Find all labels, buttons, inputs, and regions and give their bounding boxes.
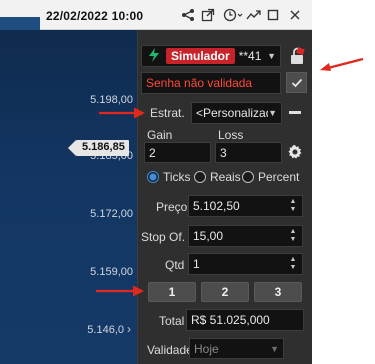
- maximize-icon[interactable]: [265, 7, 281, 23]
- validity-value: Hoje: [194, 341, 219, 356]
- clock-icon[interactable]: [222, 7, 244, 23]
- loss-input[interactable]: 3: [215, 142, 282, 163]
- annotation-arrow: [99, 107, 145, 119]
- password-field[interactable]: Senha não validada: [141, 72, 281, 94]
- chevron-down-icon: ▼: [267, 51, 276, 61]
- chart-edge: [0, 17, 40, 30]
- price-axis-label: 5.172,00: [90, 208, 133, 220]
- quick-qty-button-2[interactable]: 2: [201, 282, 249, 302]
- unlock-icon[interactable]: [286, 45, 308, 67]
- radio-icon: [194, 171, 206, 183]
- strategy-select[interactable]: <Personalizada ▼: [191, 102, 282, 124]
- validity-select[interactable]: Hoje ▼: [189, 338, 284, 359]
- radio-label: Reais: [210, 170, 241, 184]
- popout-icon[interactable]: [200, 7, 216, 23]
- radio-ticks[interactable]: Ticks: [147, 170, 191, 184]
- radio-icon: [242, 171, 254, 183]
- quantity-input[interactable]: 1 ▲ ▼: [188, 253, 303, 275]
- mode-badge: Simulador: [166, 48, 235, 64]
- chevron-down-icon: ▼: [270, 343, 279, 354]
- stop-offset-label: Stop Of.: [141, 230, 186, 244]
- price-value: 5.102,50: [193, 199, 240, 213]
- spinner-icon[interactable]: ▲ ▼: [288, 256, 298, 272]
- gain-input[interactable]: 2: [144, 142, 211, 163]
- current-price-tag: 5.186,85: [68, 140, 129, 156]
- stop-offset-value: 15,00: [193, 229, 224, 243]
- quick-qty-button-1[interactable]: 1: [148, 282, 196, 302]
- annotation-arrow: [320, 57, 364, 71]
- price-axis-label: 5.146,0: [87, 324, 124, 336]
- chart-line-icon[interactable]: [246, 7, 262, 23]
- price-axis-label: 5.159,00: [90, 266, 133, 278]
- total-value: R$ 51.025,000: [186, 309, 304, 331]
- gear-icon[interactable]: [287, 144, 303, 160]
- chevron-down-icon: ▼: [268, 108, 277, 118]
- radio-label: Percent: [258, 170, 300, 184]
- price-chart[interactable]: [0, 30, 137, 364]
- radio-selected-icon: [147, 171, 159, 183]
- account-number: **41: [238, 49, 262, 63]
- price-axis-label: 5.198,00: [90, 94, 133, 106]
- close-icon[interactable]: [287, 7, 303, 23]
- validate-button[interactable]: [286, 72, 307, 93]
- validity-label: Validade: [147, 343, 193, 357]
- price-label: Preço: [156, 200, 188, 214]
- remove-strategy-button[interactable]: [289, 111, 301, 114]
- loss-label: Loss: [218, 128, 244, 142]
- strategy-value: <Personalizada: [196, 106, 268, 120]
- price-input[interactable]: 5.102,50 ▲ ▼: [188, 195, 303, 217]
- background-area: [312, 0, 375, 364]
- strategy-label: Estrat.: [150, 106, 185, 120]
- quick-qty-button-3[interactable]: 3: [254, 282, 302, 302]
- quantity-label: Qtd: [165, 258, 185, 272]
- radio-percent[interactable]: Percent: [242, 170, 299, 184]
- radio-reais[interactable]: Reais: [194, 170, 241, 184]
- account-selector[interactable]: Simulador **41 ▼: [141, 45, 281, 67]
- lightning-icon: [146, 47, 162, 65]
- datetime-label: 22/02/2022 10:00: [46, 9, 144, 23]
- annotation-arrow: [96, 285, 144, 297]
- spinner-icon[interactable]: ▲ ▼: [288, 198, 298, 214]
- gain-label: Gain: [147, 128, 173, 142]
- total-label: Total: [159, 314, 185, 328]
- spinner-icon[interactable]: ▲ ▼: [288, 228, 298, 244]
- stop-offset-input[interactable]: 15,00 ▲ ▼: [188, 225, 303, 247]
- radio-label: Ticks: [163, 170, 191, 184]
- quantity-value: 1: [193, 257, 200, 271]
- check-icon: [291, 78, 302, 87]
- chevron-right-icon[interactable]: ›: [127, 322, 137, 336]
- share-icon[interactable]: [180, 7, 196, 23]
